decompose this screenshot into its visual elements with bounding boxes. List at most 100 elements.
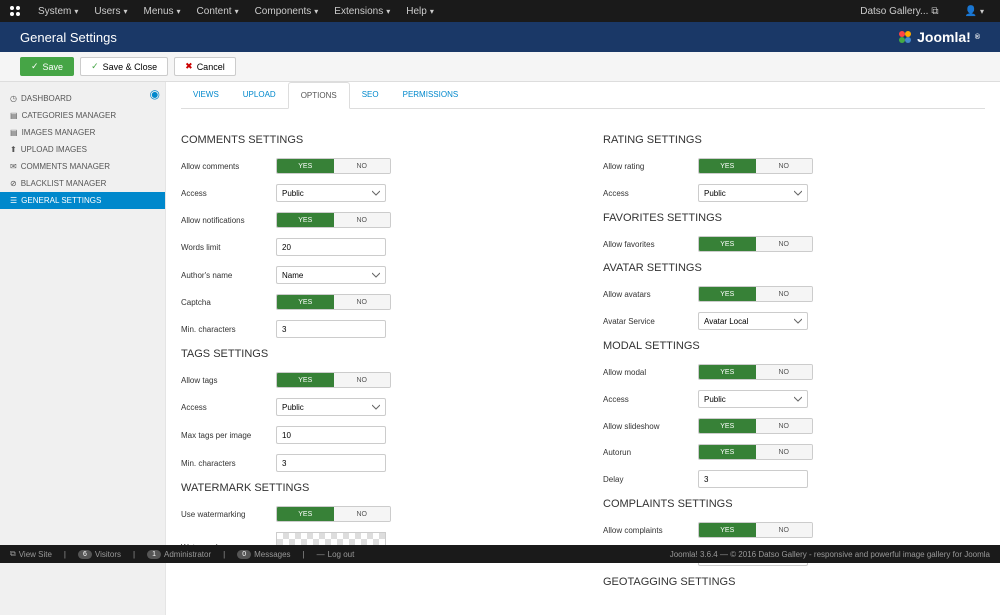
captcha-label: Captcha bbox=[181, 298, 276, 307]
menu-menus[interactable]: Menus▾ bbox=[136, 6, 189, 17]
sidebar-item-comments[interactable]: ✉COMMENTS MANAGER bbox=[0, 158, 165, 175]
allow-slideshow-label: Allow slideshow bbox=[603, 422, 698, 431]
max-tags-input[interactable] bbox=[276, 426, 386, 444]
logout-link[interactable]: —Log out bbox=[317, 550, 355, 559]
cancel-button[interactable]: ✖Cancel bbox=[174, 57, 236, 76]
allow-rating-label: Allow rating bbox=[603, 162, 698, 171]
allow-favorites-toggle[interactable]: YESNO bbox=[698, 236, 813, 252]
upload-icon: ⬆ bbox=[10, 145, 17, 154]
allow-comments-label: Allow comments bbox=[181, 162, 276, 171]
external-icon: ⧉ bbox=[931, 6, 938, 17]
captcha-toggle[interactable]: YESNO bbox=[276, 294, 391, 310]
visitors-link[interactable]: 6Visitors bbox=[78, 550, 121, 559]
tab-permissions[interactable]: PERMISSIONS bbox=[391, 82, 471, 108]
avatar-service-select[interactable]: Avatar Local bbox=[698, 312, 808, 330]
save-button[interactable]: ✓Save bbox=[20, 57, 74, 76]
allow-notifications-label: Allow notifications bbox=[181, 216, 276, 225]
watermark-section-title: WATERMARK SETTINGS bbox=[181, 482, 563, 494]
sidebar-item-general-settings[interactable]: ☰GENERAL SETTINGS bbox=[0, 192, 165, 209]
favorites-section-title: FAVORITES SETTINGS bbox=[603, 212, 985, 224]
comment-icon: ✉ bbox=[10, 162, 17, 171]
sidebar-item-images[interactable]: ▤IMAGES MANAGER bbox=[0, 124, 165, 141]
allow-comments-toggle[interactable]: YESNO bbox=[276, 158, 391, 174]
tab-seo[interactable]: SEO bbox=[350, 82, 391, 108]
modal-access-select[interactable]: Public bbox=[698, 390, 808, 408]
check-icon: ✓ bbox=[31, 61, 39, 72]
allow-modal-toggle[interactable]: YESNO bbox=[698, 364, 813, 380]
menu-content[interactable]: Content▾ bbox=[189, 6, 247, 17]
logout-icon: — bbox=[317, 550, 325, 559]
author-name-select[interactable]: Name bbox=[276, 266, 386, 284]
folder-icon: ▤ bbox=[10, 111, 18, 120]
max-tags-label: Max tags per image bbox=[181, 431, 276, 440]
menu-components[interactable]: Components▾ bbox=[247, 6, 327, 17]
tags-section-title: TAGS SETTINGS bbox=[181, 348, 563, 360]
geo-section-title: GEOTAGGING SETTINGS bbox=[603, 576, 985, 588]
modal-section-title: MODAL SETTINGS bbox=[603, 340, 985, 352]
rating-section-title: RATING SETTINGS bbox=[603, 134, 985, 146]
author-name-label: Author's name bbox=[181, 271, 276, 280]
comments-minchars-label: Min. characters bbox=[181, 325, 276, 334]
menu-users[interactable]: Users▾ bbox=[86, 6, 135, 17]
comments-section-title: COMMENTS SETTINGS bbox=[181, 134, 563, 146]
tags-minchars-label: Min. characters bbox=[181, 459, 276, 468]
use-watermark-toggle[interactable]: YESNO bbox=[276, 506, 391, 522]
tab-views[interactable]: VIEWS bbox=[181, 82, 231, 108]
avatar-section-title: AVATAR SETTINGS bbox=[603, 262, 985, 274]
frontend-link[interactable]: Datso Gallery... ⧉ bbox=[852, 6, 946, 17]
check-icon: ✓ bbox=[91, 61, 99, 72]
sidebar-item-categories[interactable]: ▤CATEGORIES MANAGER bbox=[0, 107, 165, 124]
tab-options[interactable]: OPTIONS bbox=[288, 82, 350, 109]
rating-access-select[interactable]: Public bbox=[698, 184, 808, 202]
footer: ⧉View Site | 6Visitors | 1Administrator … bbox=[0, 545, 1000, 563]
comments-access-label: Access bbox=[181, 189, 276, 198]
user-menu[interactable]: 👤▾ bbox=[957, 6, 992, 17]
view-site-link[interactable]: ⧉View Site bbox=[10, 549, 52, 559]
action-toolbar: ✓Save ✓Save & Close ✖Cancel bbox=[0, 52, 1000, 82]
image-icon: ▤ bbox=[10, 128, 18, 137]
delay-label: Delay bbox=[603, 475, 698, 484]
messages-link[interactable]: 0Messages bbox=[237, 550, 290, 559]
menu-system[interactable]: System▾ bbox=[30, 6, 86, 17]
menu-extensions[interactable]: Extensions▾ bbox=[326, 6, 398, 17]
tags-minchars-input[interactable] bbox=[276, 454, 386, 472]
joomla-icon bbox=[8, 4, 22, 18]
autorun-label: Autorun bbox=[603, 448, 698, 457]
sidebar-item-blacklist[interactable]: ⊘BLACKLIST MANAGER bbox=[0, 175, 165, 192]
save-close-button[interactable]: ✓Save & Close bbox=[80, 57, 168, 76]
dashboard-icon: ◷ bbox=[10, 94, 17, 103]
rating-access-label: Access bbox=[603, 189, 698, 198]
gear-icon: ☰ bbox=[10, 196, 17, 205]
delay-input[interactable] bbox=[698, 470, 808, 488]
complaints-section-title: COMPLAINTS SETTINGS bbox=[603, 498, 985, 510]
admin-link[interactable]: 1Administrator bbox=[147, 550, 211, 559]
modal-access-label: Access bbox=[603, 395, 698, 404]
comments-access-select[interactable]: Public bbox=[276, 184, 386, 202]
words-limit-input[interactable] bbox=[276, 238, 386, 256]
allow-avatars-toggle[interactable]: YESNO bbox=[698, 286, 813, 302]
allow-slideshow-toggle[interactable]: YESNO bbox=[698, 418, 813, 434]
allow-favorites-label: Allow favorites bbox=[603, 240, 698, 249]
sidebar-item-dashboard[interactable]: ◷DASHBOARD bbox=[0, 90, 165, 107]
autorun-toggle[interactable]: YESNO bbox=[698, 444, 813, 460]
tags-access-select[interactable]: Public bbox=[276, 398, 386, 416]
footer-copyright: Joomla! 3.6.4 — © 2016 Datso Gallery - r… bbox=[670, 550, 990, 559]
sidebar-item-upload[interactable]: ⬆UPLOAD IMAGES bbox=[0, 141, 165, 158]
collapse-icon[interactable]: ◉ bbox=[150, 87, 160, 101]
tags-access-label: Access bbox=[181, 403, 276, 412]
top-menu-bar: System▾ Users▾ Menus▾ Content▾ Component… bbox=[0, 0, 1000, 22]
comments-minchars-input[interactable] bbox=[276, 320, 386, 338]
allow-complaints-toggle[interactable]: YESNO bbox=[698, 522, 813, 538]
allow-avatars-label: Allow avatars bbox=[603, 290, 698, 299]
avatar-service-label: Avatar Service bbox=[603, 317, 698, 326]
tabs: VIEWS UPLOAD OPTIONS SEO PERMISSIONS bbox=[181, 82, 985, 109]
ban-icon: ⊘ bbox=[10, 179, 17, 188]
use-watermark-label: Use watermarking bbox=[181, 510, 276, 519]
tab-upload[interactable]: UPLOAD bbox=[231, 82, 288, 108]
allow-modal-label: Allow modal bbox=[603, 368, 698, 377]
sidebar: ◉ ◷DASHBOARD ▤CATEGORIES MANAGER ▤IMAGES… bbox=[0, 82, 165, 615]
allow-tags-toggle[interactable]: YESNO bbox=[276, 372, 391, 388]
menu-help[interactable]: Help▾ bbox=[398, 6, 442, 17]
allow-rating-toggle[interactable]: YESNO bbox=[698, 158, 813, 174]
allow-notifications-toggle[interactable]: YESNO bbox=[276, 212, 391, 228]
